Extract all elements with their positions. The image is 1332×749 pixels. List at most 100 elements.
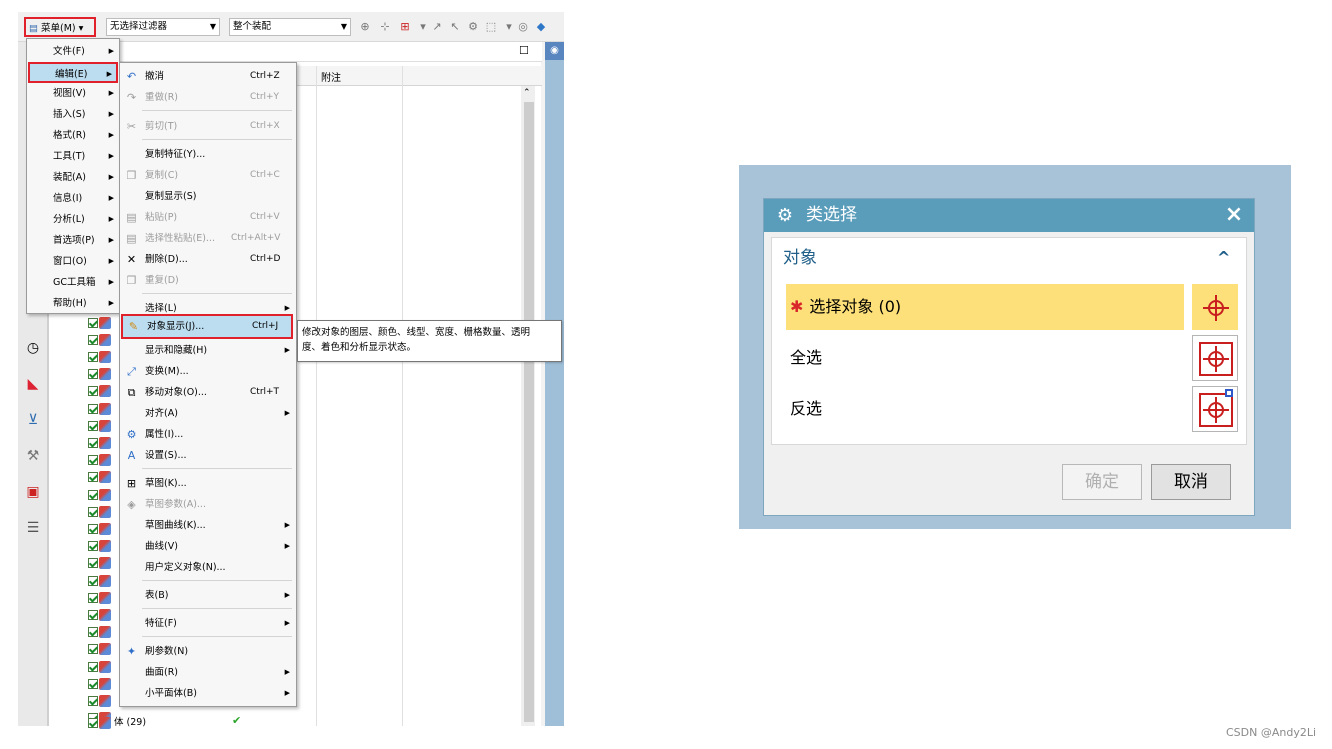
- cube-icon[interactable]: ◆: [534, 20, 548, 34]
- select-object-row[interactable]: ✱ 选择对象 (0): [786, 284, 1184, 330]
- menu-item-brush-params[interactable]: ✦ 刷参数(N): [121, 641, 295, 662]
- menu-item-sketch-curve[interactable]: 草图曲线(K)... ▶: [121, 515, 295, 536]
- select-object-button[interactable]: [1192, 284, 1238, 330]
- tree-row[interactable]: [88, 606, 111, 623]
- checkbox[interactable]: [88, 661, 98, 672]
- checkbox[interactable]: [88, 317, 98, 328]
- tree-row[interactable]: [88, 692, 111, 709]
- collapse-icon[interactable]: ^: [1217, 246, 1230, 270]
- menu-item-undo[interactable]: ↶ 撤消 Ctrl+Z: [121, 66, 295, 87]
- tree-row[interactable]: [88, 434, 111, 451]
- tree-row[interactable]: [88, 331, 111, 348]
- checkbox[interactable]: [88, 717, 98, 728]
- checkbox[interactable]: [88, 523, 98, 534]
- arrow-icon[interactable]: ↗: [430, 20, 444, 34]
- menu-item-redo[interactable]: ↷ 重做(R) Ctrl+Y: [121, 87, 295, 108]
- scroll-up-icon[interactable]: ⌃: [523, 88, 531, 98]
- ok-button[interactable]: 确定: [1062, 464, 1142, 500]
- checkbox[interactable]: [88, 575, 98, 586]
- main-menu-item[interactable]: 工具(T) ▶: [28, 146, 118, 167]
- main-menu-item[interactable]: 帮助(H) ▶: [28, 293, 118, 314]
- gear-icon[interactable]: ⚙: [774, 205, 796, 227]
- menu-item-delete[interactable]: ✕ 删除(D)... Ctrl+D: [121, 249, 295, 270]
- main-menu-item[interactable]: 信息(I) ▶: [28, 188, 118, 209]
- close-icon[interactable]: ×: [1220, 201, 1248, 229]
- tree-row[interactable]: [88, 452, 111, 469]
- menu-item-facet-body[interactable]: 小平面体(B) ▶: [121, 683, 295, 704]
- menu-item-properties[interactable]: ⚙ 属性(I)...: [121, 424, 295, 445]
- tree-row[interactable]: [88, 469, 111, 486]
- menu-item-show-hide[interactable]: 显示和隐藏(H) ▶: [121, 340, 295, 361]
- arrow-icon[interactable]: ↖: [448, 20, 462, 34]
- palette-icon[interactable]: ◣: [23, 374, 43, 394]
- checkbox[interactable]: [88, 351, 98, 362]
- main-menu-item[interactable]: GC工具箱 ▶: [28, 272, 118, 293]
- group-title[interactable]: 对象: [783, 246, 817, 270]
- invert-selection-button[interactable]: [1192, 386, 1238, 432]
- menu-item-copy-display[interactable]: 复制显示(S): [121, 186, 295, 207]
- menu-item-object-display[interactable]: ✎ 对象显示(J)... Ctrl+J: [121, 314, 293, 339]
- chevron-down-icon[interactable]: ▾: [502, 20, 516, 34]
- menu-item-paste-special[interactable]: ▤ 选择性粘贴(E)... Ctrl+Alt+V: [121, 228, 295, 249]
- snap-icon[interactable]: ⊕: [358, 20, 372, 34]
- main-menu-item[interactable]: 文件(F) ▶: [28, 41, 118, 62]
- tree-row[interactable]: [88, 589, 111, 606]
- checkbox[interactable]: [88, 592, 98, 603]
- tree-row[interactable]: [88, 520, 111, 537]
- scope-dropdown[interactable]: 整个装配 ▼: [229, 18, 351, 36]
- tree-row[interactable]: [88, 675, 111, 692]
- tree-row[interactable]: [88, 503, 111, 520]
- menu-item-repeat[interactable]: ❐ 重复(D): [121, 270, 295, 291]
- menu-item-table[interactable]: 表(B) ▶: [121, 585, 295, 606]
- snap-grid-icon[interactable]: ⊞: [398, 20, 412, 34]
- tree-row[interactable]: [88, 641, 111, 658]
- main-menu-item[interactable]: 装配(A) ▶: [28, 167, 118, 188]
- tree-row[interactable]: [88, 624, 111, 641]
- menu-item-align[interactable]: 对齐(A) ▶: [121, 403, 295, 424]
- history-icon[interactable]: ▣: [23, 482, 43, 502]
- menu-item-cut[interactable]: ✂ 剪切(T) Ctrl+X: [121, 116, 295, 137]
- clock-icon[interactable]: ◷: [23, 338, 43, 358]
- menu-button[interactable]: ▤ 菜单(M) ▾: [24, 17, 96, 37]
- maximize-icon[interactable]: ☐: [519, 44, 529, 57]
- checkbox[interactable]: [88, 678, 98, 689]
- checkbox[interactable]: [88, 644, 98, 655]
- tree-row[interactable]: [88, 417, 111, 434]
- checkbox[interactable]: [88, 455, 98, 466]
- checkbox[interactable]: [88, 541, 98, 552]
- role-icon[interactable]: ⊻: [23, 410, 43, 430]
- checkbox[interactable]: [88, 420, 98, 431]
- column-note[interactable]: 附注: [321, 69, 341, 84]
- cancel-button[interactable]: 取消: [1151, 464, 1231, 500]
- tree-row[interactable]: [88, 348, 111, 365]
- tree-row[interactable]: [88, 538, 111, 555]
- checkbox[interactable]: [88, 695, 98, 706]
- tree-row[interactable]: [88, 314, 111, 331]
- checkbox[interactable]: [88, 386, 98, 397]
- tree-row[interactable]: [88, 658, 111, 675]
- main-menu-item[interactable]: 视图(V) ▶: [28, 83, 118, 104]
- main-menu-item[interactable]: 分析(L) ▶: [28, 209, 118, 230]
- help-icon[interactable]: ◉: [545, 42, 564, 60]
- point-icon[interactable]: ⊹: [378, 20, 392, 34]
- menu-item-copy[interactable]: ❐ 复制(C) Ctrl+C: [121, 165, 295, 186]
- checkbox[interactable]: [88, 437, 98, 448]
- view-icon[interactable]: ◎: [516, 20, 530, 34]
- menu-item-udo[interactable]: 用户定义对象(N)...: [121, 557, 295, 578]
- tree-row[interactable]: [88, 572, 111, 589]
- tree-row[interactable]: 体 (29): [88, 714, 146, 731]
- checkbox[interactable]: [88, 609, 98, 620]
- tree-row[interactable]: [88, 555, 111, 572]
- tree-row[interactable]: [88, 383, 111, 400]
- selection-filter-dropdown[interactable]: 无选择过滤器 ▼: [106, 18, 220, 36]
- box-select-icon[interactable]: ⬚: [484, 20, 498, 34]
- main-menu-item[interactable]: 格式(R) ▶: [28, 125, 118, 146]
- checkbox[interactable]: [88, 472, 98, 483]
- tree-row[interactable]: [88, 366, 111, 383]
- filter-icon[interactable]: ⚙: [466, 20, 480, 34]
- tree-row[interactable]: [88, 400, 111, 417]
- menu-item-copy-feature[interactable]: 复制特征(Y)...: [121, 144, 295, 165]
- checkbox[interactable]: [88, 506, 98, 517]
- menu-item-feature[interactable]: 特征(F) ▶: [121, 613, 295, 634]
- checkbox[interactable]: [88, 369, 98, 380]
